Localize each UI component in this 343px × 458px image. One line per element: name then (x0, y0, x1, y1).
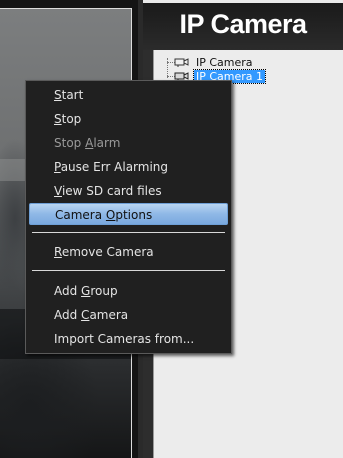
camera-context-menu: Start Stop Stop Alarm Pause Err Alarming… (25, 80, 232, 354)
menu-item-accelerator: O (105, 208, 116, 222)
menu-item-label: ause Err Alarming (60, 160, 169, 174)
menu-item-label: Stop (54, 136, 86, 150)
panel-title: IP Camera (179, 9, 307, 39)
menu-item-camera-options[interactable]: Camera Options (29, 203, 228, 225)
menu-item-remove-camera[interactable]: Remove Camera (29, 241, 228, 263)
menu-item-label: Camera (55, 208, 106, 222)
menu-item-accelerator: G (81, 284, 91, 298)
menu-item-import-cameras-from[interactable]: Import Cameras from... (29, 328, 228, 350)
menu-item-stop-alarm[interactable]: Stop Alarm (29, 132, 228, 154)
menu-item-view-sd-card-files[interactable]: View SD card files (29, 180, 228, 202)
menu-item-stop[interactable]: Stop (29, 108, 228, 130)
menu-item-label: ptions (115, 208, 153, 222)
panel-header: IP Camera (143, 0, 343, 50)
menu-item-accelerator: V (54, 184, 62, 198)
menu-item-label: emove Camera (61, 245, 154, 259)
tree-item-label: IP Camera (196, 55, 253, 69)
menu-item-label: top (61, 112, 82, 126)
menu-item-label: roup (90, 284, 118, 298)
menu-item-pause-err-alarming[interactable]: Pause Err Alarming (29, 156, 228, 178)
menu-separator (32, 270, 225, 271)
tree-connector (167, 58, 168, 78)
menu-item-label: iew SD card files (61, 184, 162, 198)
menu-item-label: larm (93, 136, 121, 150)
menu-item-accelerator: R (54, 245, 62, 259)
menu-item-label: Import Cameras from... (54, 332, 195, 346)
menu-item-add-group[interactable]: Add Group (29, 280, 228, 302)
menu-item-add-camera[interactable]: Add Camera (29, 304, 228, 326)
menu-separator (32, 232, 225, 233)
menu-item-label: tart (61, 88, 84, 102)
menu-item-label: Add (54, 284, 82, 298)
camera-group-icon (174, 58, 189, 67)
menu-item-accelerator: P (54, 160, 61, 174)
menu-item-accelerator: S (54, 112, 62, 126)
menu-item-accelerator: S (54, 88, 62, 102)
menu-item-label: Add (54, 308, 82, 322)
menu-item-label: amera (89, 308, 129, 322)
tree-item-ip-camera-group[interactable]: IP Camera (174, 55, 255, 69)
menu-item-start[interactable]: Start (29, 84, 228, 106)
